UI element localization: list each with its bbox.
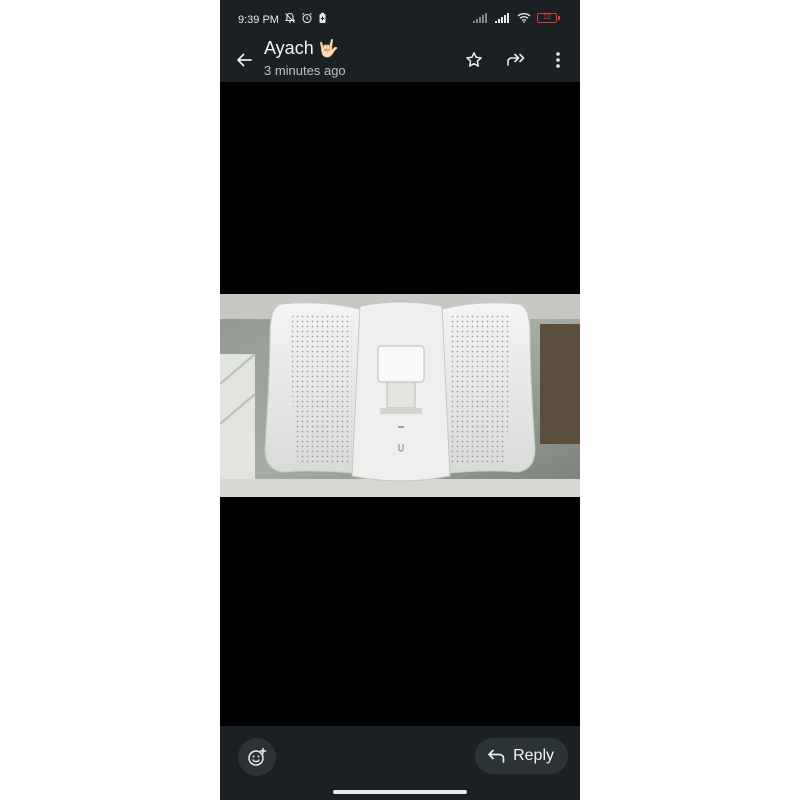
sender-emoji: 🤟🏻 — [317, 38, 339, 58]
star-icon — [466, 52, 482, 67]
image-viewer[interactable] — [220, 82, 580, 726]
reply-label: Reply — [513, 747, 554, 764]
mute-bell-icon — [284, 12, 296, 23]
more-vert-icon — [556, 52, 560, 68]
app-bar: Ayach 🤟🏻 3 minutes ago — [220, 38, 580, 82]
battery-saver-icon — [319, 12, 326, 23]
back-button[interactable] — [230, 46, 258, 74]
wifi-icon — [517, 13, 531, 23]
app-bar-actions — [460, 46, 572, 74]
forward-icon — [507, 53, 525, 66]
more-options-button[interactable] — [544, 46, 572, 74]
arrow-back-icon — [237, 53, 252, 67]
status-icons-right: 12 — [473, 12, 560, 23]
sender-name-text: Ayach — [264, 38, 314, 58]
reply-button[interactable]: Reply — [475, 738, 568, 774]
add-emoji-icon — [248, 747, 267, 766]
signal-icon — [495, 12, 509, 23]
bottom-bar: Reply — [220, 726, 580, 800]
home-indicator[interactable] — [333, 790, 467, 794]
add-reaction-button[interactable] — [238, 738, 276, 776]
forward-button[interactable] — [502, 46, 530, 74]
status-icons-left — [284, 12, 327, 24]
signal-icon — [473, 12, 487, 23]
antenna-photo — [220, 294, 580, 497]
reply-icon — [488, 749, 505, 763]
status-bar: 9:39 PM 12 — [220, 0, 580, 38]
phone-screen: 9:39 PM 12 Ayach 🤟🏻 3 minutes ago Reply — [220, 0, 580, 800]
battery-level: 12 — [537, 12, 557, 23]
attached-photo[interactable] — [220, 294, 580, 497]
sender-name: Ayach 🤟🏻 — [264, 38, 339, 59]
status-time: 9:39 PM — [238, 14, 279, 26]
timestamp: 3 minutes ago — [264, 63, 346, 78]
battery-icon: 12 — [537, 12, 560, 23]
star-button[interactable] — [460, 46, 488, 74]
alarm-icon — [302, 12, 312, 24]
